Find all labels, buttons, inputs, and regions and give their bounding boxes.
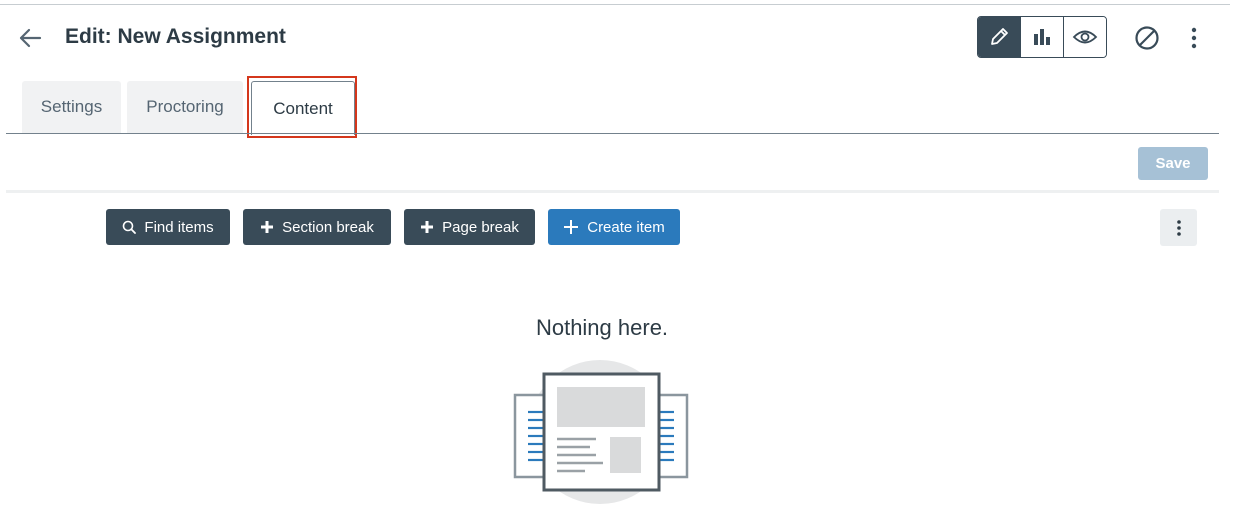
plus-icon [261, 221, 274, 233]
top-border [0, 4, 1230, 5]
section-break-label: Section break [282, 218, 374, 236]
search-icon [123, 220, 137, 234]
edit-mode-button[interactable] [978, 17, 1020, 57]
kebab-icon [1176, 219, 1181, 236]
empty-state-message: Nothing here. [535, 315, 669, 340]
tab-content[interactable]: Content [251, 81, 355, 135]
empty-document-illustration [513, 360, 689, 504]
section-break-button[interactable]: Section break [243, 209, 391, 245]
arrow-left-icon [19, 28, 42, 48]
tab-settings[interactable]: Settings [22, 81, 121, 133]
create-item-button[interactable]: Create item [548, 209, 680, 245]
mode-toggle-group [977, 16, 1107, 58]
stats-mode-button[interactable] [1020, 17, 1063, 57]
tabs-divider [6, 133, 1219, 134]
pencil-icon [991, 28, 1008, 45]
plus-icon [421, 221, 434, 233]
bar-chart-icon [1034, 29, 1050, 45]
find-items-button[interactable]: Find items [106, 209, 230, 245]
unpublish-button[interactable] [1133, 24, 1161, 52]
plus-icon [564, 220, 579, 234]
toolbar-separator [6, 190, 1219, 193]
back-button[interactable] [18, 27, 44, 49]
create-item-label: Create item [587, 218, 665, 236]
more-options-button[interactable] [1186, 26, 1202, 50]
page-break-button[interactable]: Page break [404, 209, 535, 245]
save-button[interactable]: Save [1138, 147, 1208, 180]
tab-proctoring[interactable]: Proctoring [127, 81, 243, 133]
preview-mode-button[interactable] [1063, 17, 1106, 57]
toolbar-more-button[interactable] [1160, 209, 1197, 246]
kebab-icon [1191, 27, 1197, 49]
page-break-label: Page break [442, 218, 519, 236]
find-items-label: Find items [144, 218, 214, 236]
eye-icon [1072, 30, 1098, 44]
page-title: Edit: New Assignment [65, 25, 286, 48]
ban-icon [1135, 26, 1159, 50]
